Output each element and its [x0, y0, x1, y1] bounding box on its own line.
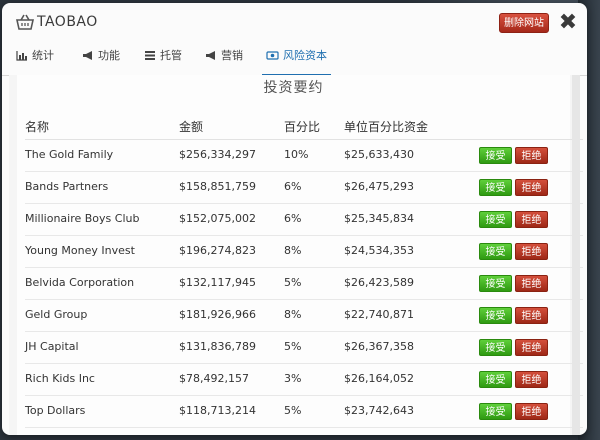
accept-button[interactable]: 接受 — [479, 339, 512, 356]
table-row: The Gold Family $256,334,297 10% $25,633,43… — [25, 139, 583, 172]
accept-button[interactable]: 接受 — [479, 179, 512, 196]
dialog-titlebar: TAOBAO 删除网站 ✖ — [2, 3, 587, 41]
offer-name: Bands Partners — [25, 180, 109, 193]
tab-statistics[interactable]: 统计 — [16, 49, 54, 75]
tab-features[interactable]: 功能 — [82, 49, 120, 75]
reject-button[interactable]: 拒绝 — [515, 371, 548, 388]
reject-button[interactable]: 拒绝 — [515, 147, 548, 164]
table-row: Belvida Corporation $132,117,945 5% $26,423… — [25, 267, 583, 300]
offer-percent: 5% — [284, 276, 302, 289]
column-header-percent: 百分比 — [284, 120, 321, 134]
tab-hosting[interactable]: 托管 — [144, 49, 182, 75]
table-row: Bands Partners $158,851,759 6% $26,475,293 接… — [25, 171, 583, 204]
accept-button[interactable]: 接受 — [479, 403, 512, 420]
offer-name: Top Dollars — [25, 404, 86, 417]
reject-button[interactable]: 拒绝 — [515, 243, 548, 260]
offer-per-percent: $24,534,353 — [344, 244, 414, 257]
table-row: Geld Group $181,926,966 8% $22,740,871 接受 拒绝 — [25, 299, 583, 332]
offer-name: Young Money Invest — [25, 244, 135, 257]
tab-bar: 统计 功能 托管 营销 风险资本 — [2, 49, 587, 76]
money-icon — [266, 51, 279, 60]
accept-button[interactable]: 接受 — [479, 371, 512, 388]
offer-amount: $256,334,297 — [179, 148, 256, 161]
offer-percent: 3% — [284, 372, 302, 385]
offer-per-percent: $26,367,358 — [344, 340, 414, 353]
offer-percent: 5% — [284, 404, 302, 417]
table-header: 名称 金额 百分比 单位百分比资金 — [25, 113, 583, 140]
tab-label: 营销 — [221, 49, 243, 62]
table-row: Rich Kids Inc $78,492,157 3% $26,164,052 接受拒… — [25, 363, 583, 396]
column-header-name: 名称 — [25, 120, 50, 134]
accept-button[interactable]: 接受 — [479, 307, 512, 324]
offers-panel: 投资要约 名称 金额 百分比 单位百分比资金 The Gold Family $2… — [9, 75, 583, 435]
accept-button[interactable]: 接受 — [479, 275, 512, 292]
offer-amount: $181,926,966 — [179, 308, 256, 321]
close-icon[interactable]: ✖ — [557, 12, 579, 34]
offer-per-percent: $23,742,643 — [344, 404, 414, 417]
accept-button[interactable]: 接受 — [479, 211, 512, 228]
offer-amount: $131,836,789 — [179, 340, 256, 353]
offer-percent: 5% — [284, 340, 302, 353]
offer-name: The Gold Family — [25, 148, 114, 161]
offer-percent: 6% — [284, 212, 302, 225]
bar-chart-icon — [16, 51, 27, 61]
offer-per-percent: $26,475,293 — [344, 180, 414, 193]
tab-label: 托管 — [160, 49, 182, 62]
column-header-per-percent: 单位百分比资金 — [344, 120, 429, 134]
offer-name: Rich Kids Inc — [25, 372, 95, 385]
reject-button[interactable]: 拒绝 — [515, 211, 548, 228]
reject-button[interactable]: 拒绝 — [515, 179, 548, 196]
tab-marketing[interactable]: 营销 — [205, 49, 243, 75]
reject-button[interactable]: 拒绝 — [515, 403, 548, 420]
accept-button[interactable]: 接受 — [479, 147, 512, 164]
reject-button[interactable]: 拒绝 — [515, 339, 548, 356]
offer-percent: 8% — [284, 308, 302, 321]
reject-button[interactable]: 拒绝 — [515, 307, 548, 324]
offer-percent: 8% — [284, 244, 302, 257]
offer-name: JH Capital — [25, 340, 79, 353]
reject-button[interactable]: 拒绝 — [515, 275, 548, 292]
offer-amount: $152,075,002 — [179, 212, 256, 225]
offer-per-percent: $26,423,589 — [344, 276, 414, 289]
shopping-basket-icon — [16, 14, 34, 30]
tab-venture-capital[interactable]: 风险资本 — [262, 49, 331, 76]
offer-amount: $118,713,214 — [179, 404, 256, 417]
table-row: Millionaire Boys Club $152,075,002 6% $25,3… — [25, 203, 583, 236]
scrollbar[interactable] — [572, 75, 580, 435]
offers-table-area: 投资要约 名称 金额 百分比 单位百分比资金 The Gold Family $2… — [17, 75, 583, 435]
table-row: Top Dollars $118,713,214 5% $23,742,643 接受 拒绝 — [25, 395, 583, 428]
delete-website-button[interactable]: 删除网站 — [499, 13, 549, 33]
tab-label: 统计 — [32, 49, 54, 62]
table-row: Young Money Invest $196,274,823 8% $24,534,… — [25, 235, 583, 268]
offer-amount: $158,851,759 — [179, 180, 256, 193]
offer-amount: $78,492,157 — [179, 372, 249, 385]
offer-per-percent: $25,633,430 — [344, 148, 414, 161]
offer-name: Millionaire Boys Club — [25, 212, 140, 225]
tab-label: 风险资本 — [283, 49, 327, 62]
offer-name: Geld Group — [25, 308, 88, 321]
offer-per-percent: $25,345,834 — [344, 212, 414, 225]
tab-label: 功能 — [98, 49, 120, 62]
offer-percent: 6% — [284, 180, 302, 193]
venture-capital-dialog: TAOBAO 删除网站 ✖ 统计 功能 托管 营销 风险资本 投资要约 名称 金… — [2, 3, 587, 435]
offer-per-percent: $22,740,871 — [344, 308, 414, 321]
offer-amount: $132,117,945 — [179, 276, 256, 289]
server-icon — [145, 51, 155, 60]
megaphone-icon — [83, 51, 92, 60]
section-title: 投资要约 — [263, 80, 324, 96]
offer-amount: $196,274,823 — [179, 244, 256, 257]
megaphone-icon — [206, 51, 215, 60]
app-title: TAOBAO — [37, 14, 98, 30]
offer-name: Belvida Corporation — [25, 276, 135, 289]
column-header-amount: 金额 — [179, 120, 204, 134]
accept-button[interactable]: 接受 — [479, 243, 512, 260]
offer-percent: 10% — [284, 148, 309, 161]
table-row: JH Capital $131,836,789 5% $26,367,358 接受 拒绝 — [25, 331, 583, 364]
offer-per-percent: $26,164,052 — [344, 372, 414, 385]
